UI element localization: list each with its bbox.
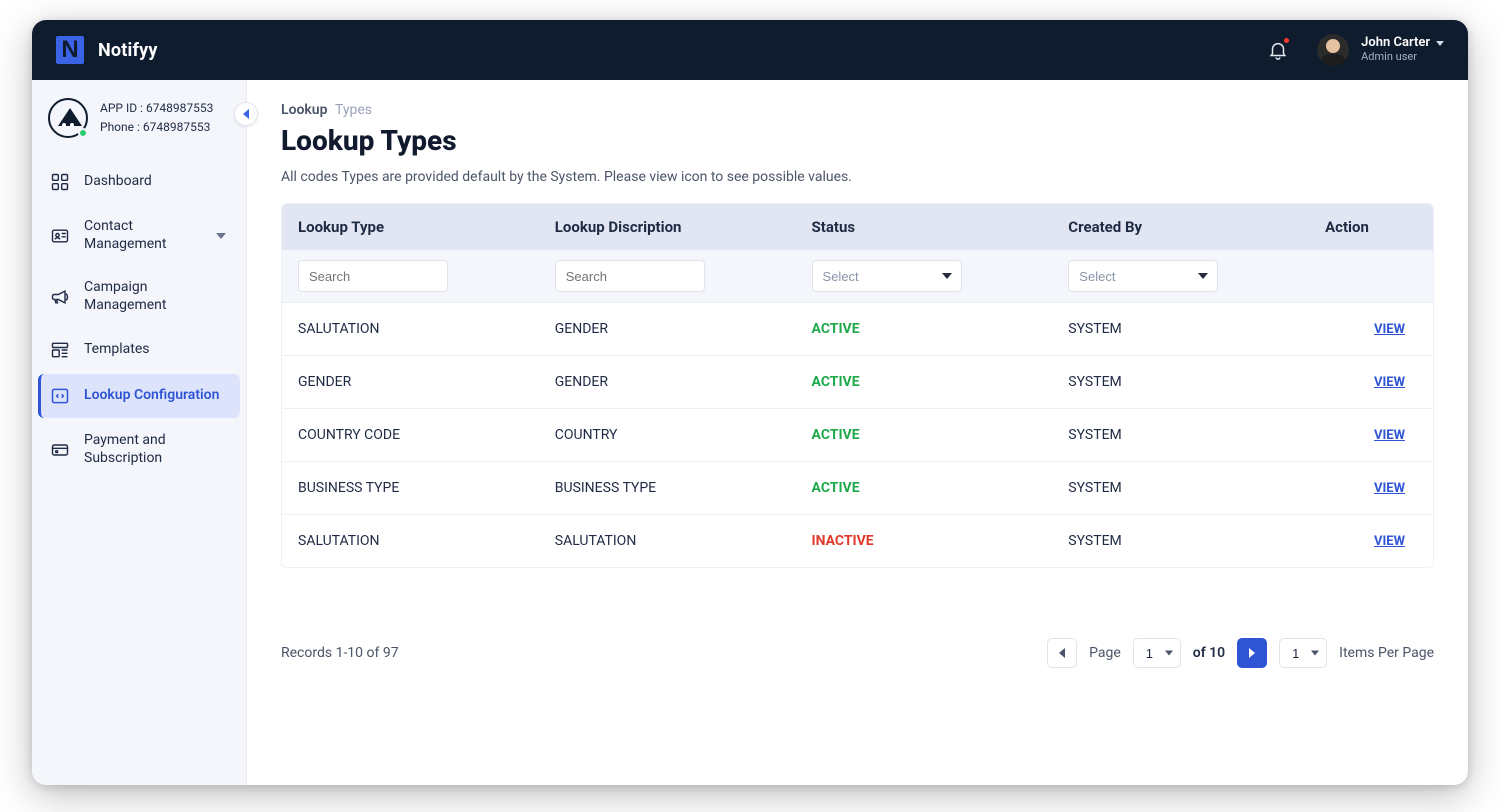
th-lookup-desc: Lookup Discription [539, 204, 796, 250]
cell-created-by: SYSTEM [1052, 515, 1309, 568]
cell-status: ACTIVE [796, 409, 1053, 462]
cell-lookup-type: BUSINESS TYPE [282, 462, 539, 515]
topbar: Notifyy John Carter Admin user [32, 20, 1468, 80]
cell-lookup-desc: GENDER [539, 303, 796, 356]
view-link[interactable]: VIEW [1374, 322, 1405, 337]
page-title: Lookup Types [281, 124, 1434, 157]
cell-lookup-type: SALUTATION [282, 515, 539, 568]
sidebar-item-label: Lookup Configuration [84, 387, 228, 405]
user-menu[interactable]: John Carter Admin user [1317, 34, 1444, 66]
view-link[interactable]: VIEW [1374, 375, 1405, 390]
th-status: Status [796, 204, 1053, 250]
brand-logo-icon [56, 36, 84, 64]
sidebar-item-templates[interactable]: Templates [38, 328, 240, 372]
filter-lookup-type-input[interactable] [298, 260, 448, 292]
cell-lookup-type: GENDER [282, 356, 539, 409]
cell-lookup-desc: GENDER [539, 356, 796, 409]
items-per-page-label: Items Per Page [1339, 645, 1434, 661]
cell-lookup-desc: BUSINESS TYPE [539, 462, 796, 515]
status-dot-icon [78, 128, 88, 138]
breadcrumb-part: Lookup [281, 102, 328, 118]
page-prev-button[interactable] [1047, 638, 1077, 668]
table-footer: Records 1-10 of 97 Page 1 of 10 1 [281, 638, 1434, 668]
page-of-label: of 10 [1193, 645, 1225, 661]
app-window: Notifyy John Carter Admin user [32, 20, 1468, 785]
cell-lookup-desc: SALUTATION [539, 515, 796, 568]
cell-lookup-desc: COUNTRY [539, 409, 796, 462]
table-row: SALUTATIONSALUTATIONINACTIVESYSTEMVIEW [282, 515, 1433, 568]
th-created-by: Created By [1052, 204, 1309, 250]
pager: Page 1 of 10 1 Items Per Page [1047, 638, 1434, 668]
view-link[interactable]: VIEW [1374, 481, 1405, 496]
brand: Notifyy [56, 36, 158, 64]
chevron-down-icon [216, 233, 226, 239]
th-action: Action [1309, 204, 1433, 250]
cell-status: INACTIVE [796, 515, 1053, 568]
sidebar-item-payment-subscription[interactable]: Payment and Subscription [38, 420, 240, 479]
user-name: John Carter [1361, 36, 1430, 51]
sidebar-item-label: Campaign Management [84, 279, 228, 314]
template-icon [50, 340, 70, 360]
chevron-down-icon [1436, 41, 1444, 46]
sidebar-header: APP ID : 6748987553 Phone : 6748987553 [32, 80, 246, 154]
sidebar-item-label: Payment and Subscription [84, 432, 228, 467]
table-row: GENDERGENDERACTIVESYSTEMVIEW [282, 356, 1433, 409]
sidebar-item-label: Templates [84, 341, 228, 359]
items-per-page-select[interactable]: 1 [1279, 638, 1327, 668]
filter-lookup-desc-input[interactable] [555, 260, 705, 292]
lookup-table: Lookup Type Lookup Discription Status Cr… [281, 203, 1434, 568]
app-phone-label: Phone : 6748987553 [100, 118, 213, 137]
sidebar: APP ID : 6748987553 Phone : 6748987553 D… [32, 80, 247, 785]
filter-created-by-select[interactable]: Select [1068, 260, 1218, 292]
notifications-button[interactable] [1267, 39, 1289, 61]
page-next-button[interactable] [1237, 638, 1267, 668]
chevron-right-icon [1249, 648, 1255, 658]
view-link[interactable]: VIEW [1374, 428, 1405, 443]
brand-name: Notifyy [98, 40, 158, 61]
cell-created-by: SYSTEM [1052, 356, 1309, 409]
cell-lookup-type: COUNTRY CODE [282, 409, 539, 462]
cell-created-by: SYSTEM [1052, 303, 1309, 356]
megaphone-icon [50, 287, 70, 307]
cell-status: ACTIVE [796, 303, 1053, 356]
chevron-left-icon [1059, 648, 1065, 658]
view-link[interactable]: VIEW [1374, 534, 1405, 549]
records-summary: Records 1-10 of 97 [281, 645, 399, 661]
avatar [1317, 34, 1349, 66]
app-id-label: APP ID : 6748987553 [100, 99, 213, 118]
user-role: Admin user [1361, 51, 1444, 64]
sidebar-item-label: Dashboard [84, 173, 228, 191]
breadcrumb: Lookup Types [281, 102, 1434, 118]
caret-left-icon [243, 109, 249, 119]
cell-status: ACTIVE [796, 462, 1053, 515]
table-row: COUNTRY CODECOUNTRYACTIVESYSTEM VIEW [282, 409, 1433, 462]
cell-created-by: SYSTEM [1052, 462, 1309, 515]
sidebar-item-dashboard[interactable]: Dashboard [38, 160, 240, 204]
id-card-icon [50, 226, 70, 246]
th-lookup-type: Lookup Type [282, 204, 539, 250]
sidebar-item-label: Contact Management [84, 218, 202, 253]
sidebar-collapse-button[interactable] [234, 102, 258, 126]
page-label: Page [1089, 645, 1121, 661]
table-row: SALUTATIONGENDERACTIVESYSTEM VIEW [282, 303, 1433, 356]
breadcrumb-part: Types [335, 102, 372, 118]
cell-created-by: SYSTEM [1052, 409, 1309, 462]
code-square-icon [50, 386, 70, 406]
main-content: Lookup Types Lookup Types All codes Type… [247, 80, 1468, 785]
cell-status: ACTIVE [796, 356, 1053, 409]
sidebar-item-lookup-configuration[interactable]: Lookup Configuration [38, 374, 240, 418]
table-row: BUSINESS TYPEBUSINESS TYPEACTIVESYSTEMVI… [282, 462, 1433, 515]
page-help: All codes Types are provided default by … [281, 169, 1434, 185]
sidebar-item-campaign-management[interactable]: Campaign Management [38, 267, 240, 326]
app-icon [48, 98, 88, 138]
sidebar-nav: Dashboard Contact Management Campai [32, 154, 246, 485]
credit-card-icon [50, 440, 70, 460]
grid-icon [50, 172, 70, 192]
cell-lookup-type: SALUTATION [282, 303, 539, 356]
sidebar-item-contact-management[interactable]: Contact Management [38, 206, 240, 265]
filter-status-select[interactable]: Select [812, 260, 962, 292]
page-number-select[interactable]: 1 [1133, 638, 1181, 668]
